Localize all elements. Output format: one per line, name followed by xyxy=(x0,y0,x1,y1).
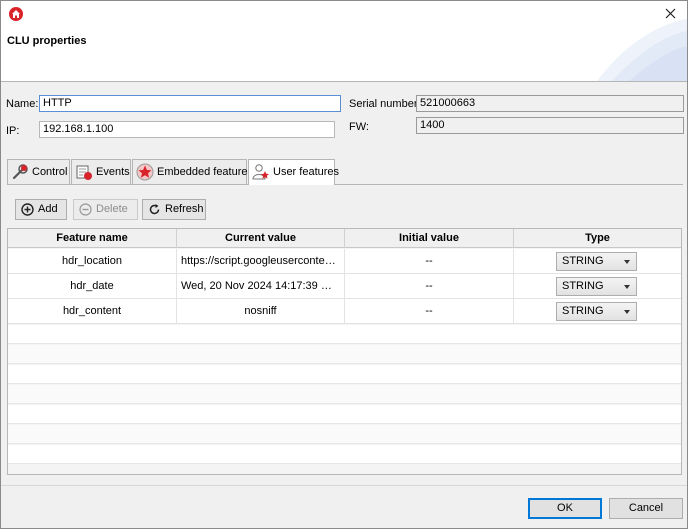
refresh-icon xyxy=(149,204,160,215)
empty-table-row xyxy=(8,345,681,364)
serial-number-label: Serial number: xyxy=(349,98,421,110)
delete-button-label: Delete xyxy=(96,203,128,215)
type-dropdown-value: STRING xyxy=(562,280,604,292)
feature-name-cell: hdr_content xyxy=(8,299,177,324)
home-icon xyxy=(9,7,23,21)
column-header-feature-name[interactable]: Feature name xyxy=(8,229,177,248)
feature-name-cell: hdr_date xyxy=(8,274,177,299)
empty-table-row xyxy=(8,425,681,444)
star-icon xyxy=(136,163,154,181)
type-dropdown[interactable]: STRING xyxy=(556,302,637,321)
refresh-button-label: Refresh xyxy=(165,203,204,215)
ip-label: IP: xyxy=(6,125,20,137)
type-dropdown-value: STRING xyxy=(562,255,604,267)
empty-table-row xyxy=(8,405,681,424)
column-header-type[interactable]: Type xyxy=(514,229,681,248)
refresh-button[interactable]: Refresh xyxy=(142,199,206,220)
empty-table-row xyxy=(8,385,681,404)
clu-properties-dialog: CLU properties Name: HTTP IP: 192.168.1.… xyxy=(0,0,688,529)
tab-embedded-features[interactable]: Embedded features xyxy=(132,159,253,184)
column-header-current-value[interactable]: Current value xyxy=(177,229,345,248)
close-button[interactable] xyxy=(661,5,681,23)
chevron-down-icon xyxy=(624,285,630,289)
type-dropdown-value: STRING xyxy=(562,305,604,317)
tab-user-features-label: User features xyxy=(273,166,340,178)
add-button-label: Add xyxy=(38,203,58,215)
initial-value-cell: -- xyxy=(345,299,514,324)
current-value-cell: https://script.googleusercontent.co... xyxy=(177,249,345,274)
feature-name-cell: hdr_location xyxy=(8,249,177,274)
tab-control[interactable]: Control xyxy=(7,159,70,184)
user-star-icon xyxy=(252,164,269,180)
table-header: Feature name Current value Initial value… xyxy=(8,229,681,248)
table-row[interactable]: hdr_location https://script.googleuserco… xyxy=(8,249,681,274)
current-value-cell: Wed, 20 Nov 2024 14:17:39 GMT xyxy=(177,274,345,299)
dialog-footer: OK Cancel xyxy=(1,486,687,528)
name-label: Name: xyxy=(6,98,39,110)
type-cell: STRING xyxy=(514,274,681,299)
tab-control-label: Control xyxy=(32,166,68,178)
column-header-initial-value[interactable]: Initial value xyxy=(345,229,514,248)
name-input[interactable]: HTTP xyxy=(39,95,341,112)
tab-user-features[interactable]: User features xyxy=(248,159,339,185)
current-value-cell: nosniff xyxy=(177,299,345,324)
tab-events-label: Events xyxy=(96,166,130,178)
events-icon xyxy=(76,165,92,180)
chevron-down-icon xyxy=(624,260,630,264)
type-dropdown[interactable]: STRING xyxy=(556,277,637,296)
tab-embedded-features-label: Embedded features xyxy=(157,166,254,178)
user-features-table: Feature name Current value Initial value… xyxy=(7,228,682,475)
add-button[interactable]: Add xyxy=(15,199,67,220)
fw-label: FW: xyxy=(349,121,369,133)
table-row[interactable]: hdr_content nosniff -- STRING xyxy=(8,299,681,324)
serial-number-field: 521000663 xyxy=(416,95,684,112)
dialog-header: CLU properties xyxy=(1,1,687,81)
initial-value-cell: -- xyxy=(345,249,514,274)
ok-button[interactable]: OK xyxy=(528,498,602,519)
user-features-panel: Add Delete Refresh Feature name Current … xyxy=(7,185,683,477)
fw-field: 1400 xyxy=(416,117,684,134)
close-icon xyxy=(665,8,676,19)
type-dropdown[interactable]: STRING xyxy=(556,252,637,271)
table-row[interactable]: hdr_date Wed, 20 Nov 2024 14:17:39 GMT -… xyxy=(8,274,681,299)
chevron-down-icon xyxy=(624,310,630,314)
empty-table-row xyxy=(8,445,681,464)
cancel-button[interactable]: Cancel xyxy=(609,498,683,519)
empty-table-row xyxy=(8,325,681,344)
tab-events[interactable]: Events xyxy=(71,159,131,184)
delete-icon xyxy=(79,203,92,216)
initial-value-cell: -- xyxy=(345,274,514,299)
ip-input[interactable]: 192.168.1.100 xyxy=(39,121,335,138)
delete-button[interactable]: Delete xyxy=(73,199,138,220)
add-icon xyxy=(21,203,34,216)
header-divider xyxy=(1,81,687,82)
control-icon xyxy=(12,164,28,180)
empty-table-row xyxy=(8,365,681,384)
dialog-title: CLU properties xyxy=(7,35,87,47)
type-cell: STRING xyxy=(514,249,681,274)
type-cell: STRING xyxy=(514,299,681,324)
